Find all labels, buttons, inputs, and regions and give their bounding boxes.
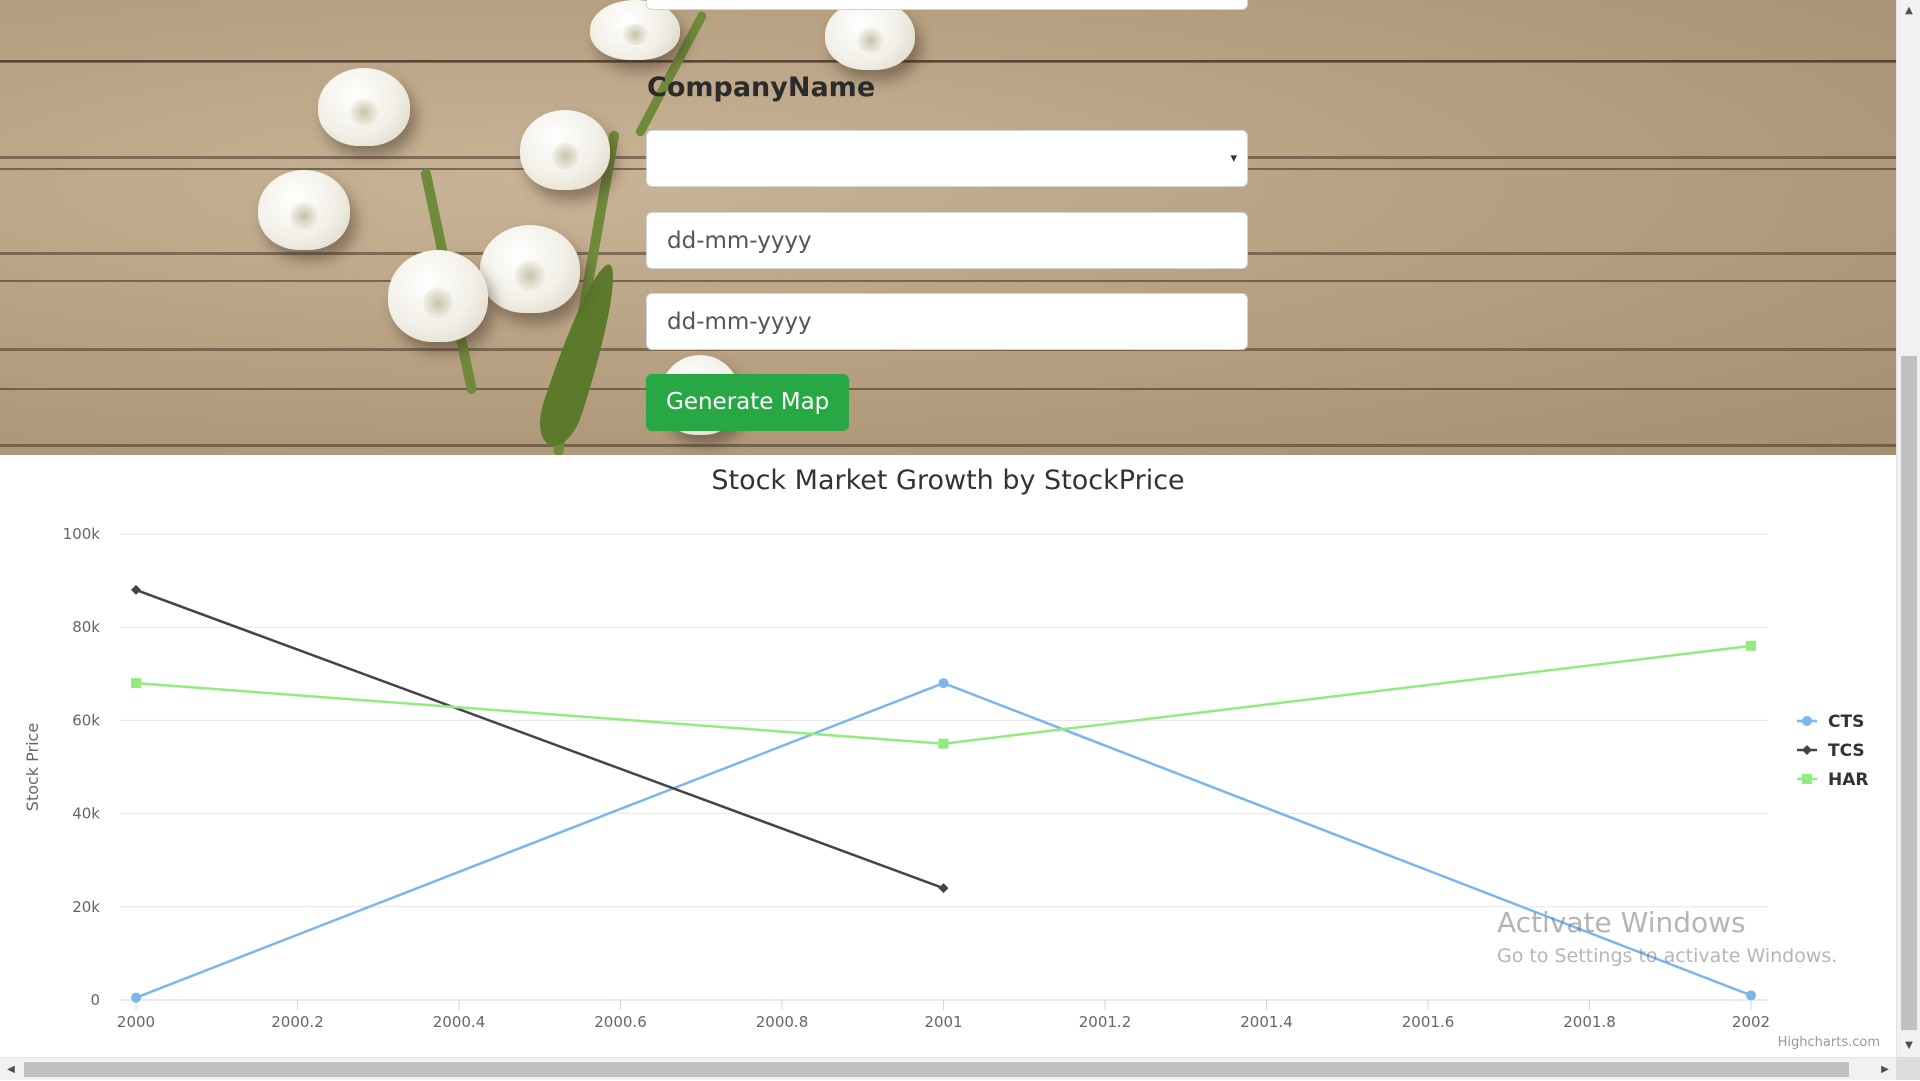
x-tick-label: 2000.8	[756, 1013, 809, 1031]
scroll-left-icon[interactable]: ◀	[0, 1058, 22, 1081]
legend-label-har: HAR	[1828, 770, 1868, 790]
highcharts-credits[interactable]: Highcharts.com	[1778, 1035, 1880, 1050]
y-tick-label: 20k	[72, 898, 100, 916]
y-tick-label: 60k	[72, 711, 100, 729]
x-tick-label: 2001	[924, 1013, 962, 1031]
chart-legend: CTS TCS HAR	[1797, 712, 1868, 790]
browser-viewport: CompanyName ▾ dd-mm-yyyy dd-mm-yyyy Gene…	[0, 0, 1896, 1057]
y-tick-label: 100k	[63, 525, 101, 543]
x-tick-label: 2000.2	[271, 1013, 324, 1031]
x-tick-label: 2000.4	[433, 1013, 486, 1031]
series-line-har	[135, 644, 1752, 745]
y-tick-label: 0	[90, 991, 100, 1009]
series-line-cts	[135, 681, 1752, 999]
y-axis-title: Stock Price	[23, 723, 42, 811]
generate-map-button[interactable]: Generate Map	[646, 374, 850, 431]
y-tick-label: 40k	[72, 805, 100, 823]
data-point-cts	[938, 678, 949, 689]
stock-chart: Stock Market Growth by StockPrice 0 20k 40…	[0, 455, 1896, 1057]
flower-bell	[825, 0, 915, 70]
x-axis-ticks: 2000 2000.2 2000.4 2000.6 2000.8 2001 2001.2 20…	[117, 1000, 1770, 1031]
end-date-placeholder: dd-mm-yyyy	[667, 309, 812, 335]
legend-item-har[interactable]: HAR	[1797, 770, 1868, 790]
data-point-har	[1746, 640, 1756, 651]
series-markers	[131, 584, 1756, 1003]
vertical-scrollbar[interactable]: ▲ ▼	[1896, 0, 1920, 1057]
flower-bell	[480, 225, 580, 313]
x-tick-label: 2000	[117, 1013, 155, 1031]
x-tick-label: 2001.4	[1240, 1013, 1293, 1031]
y-tick-label: 80k	[72, 618, 100, 636]
x-tick-label: 2002	[1732, 1013, 1770, 1031]
company-name-label: CompanyName	[647, 72, 876, 103]
hero-background: CompanyName ▾ dd-mm-yyyy dd-mm-yyyy Gene…	[0, 0, 1896, 455]
scroll-right-icon[interactable]: ▶	[1874, 1058, 1896, 1081]
series-lines	[135, 588, 1752, 999]
scroll-down-icon[interactable]: ▼	[1897, 1035, 1920, 1057]
chevron-down-icon: ▾	[1230, 151, 1237, 166]
legend-item-cts[interactable]: CTS	[1797, 712, 1864, 732]
data-point-har	[131, 678, 141, 689]
x-tick-label: 2001.6	[1402, 1013, 1455, 1031]
data-point-cts	[131, 992, 141, 1003]
chart-title: Stock Market Growth by StockPrice	[711, 465, 1184, 496]
flower-bell	[520, 110, 610, 190]
legend-symbol-tcs	[1802, 745, 1812, 755]
data-point-tcs	[938, 883, 949, 894]
flower-bell	[388, 250, 488, 342]
grid-lines	[120, 533, 1768, 1001]
data-point-har	[938, 738, 949, 749]
start-date-input[interactable]: dd-mm-yyyy	[646, 212, 1248, 269]
x-tick-label: 2001.2	[1079, 1013, 1132, 1031]
start-date-placeholder: dd-mm-yyyy	[667, 228, 812, 254]
legend-symbol-cts	[1802, 716, 1812, 726]
plank-line	[0, 280, 1896, 282]
plank-line	[0, 388, 1896, 390]
flower-bell	[258, 170, 350, 250]
legend-item-tcs[interactable]: TCS	[1797, 741, 1865, 761]
data-point-cts	[1746, 990, 1756, 1001]
end-date-input[interactable]: dd-mm-yyyy	[646, 293, 1248, 350]
x-tick-label: 2000.6	[594, 1013, 647, 1031]
scroll-up-icon[interactable]: ▲	[1897, 0, 1920, 22]
legend-label-cts: CTS	[1828, 712, 1864, 732]
legend-label-tcs: TCS	[1828, 741, 1865, 761]
vertical-scroll-thumb[interactable]	[1901, 356, 1917, 1030]
scrollbar-corner	[1896, 1057, 1920, 1080]
previous-input[interactable]	[646, 0, 1248, 10]
horizontal-scroll-thumb[interactable]	[24, 1062, 1849, 1077]
x-tick-label: 2001.8	[1563, 1013, 1616, 1031]
horizontal-scrollbar[interactable]: ◀ ▶	[0, 1057, 1896, 1080]
chart-svg: Stock Market Growth by StockPrice 0 20k 40…	[23, 465, 1880, 1050]
company-select[interactable]: ▾	[646, 130, 1248, 187]
plank-line	[0, 60, 1896, 62]
y-axis-ticks: 0 20k 40k 60k 80k 100k	[63, 525, 101, 1009]
flower-bell	[318, 68, 410, 146]
legend-symbol-har	[1802, 774, 1812, 784]
data-point-tcs	[131, 584, 141, 595]
series-line-tcs	[135, 588, 944, 890]
